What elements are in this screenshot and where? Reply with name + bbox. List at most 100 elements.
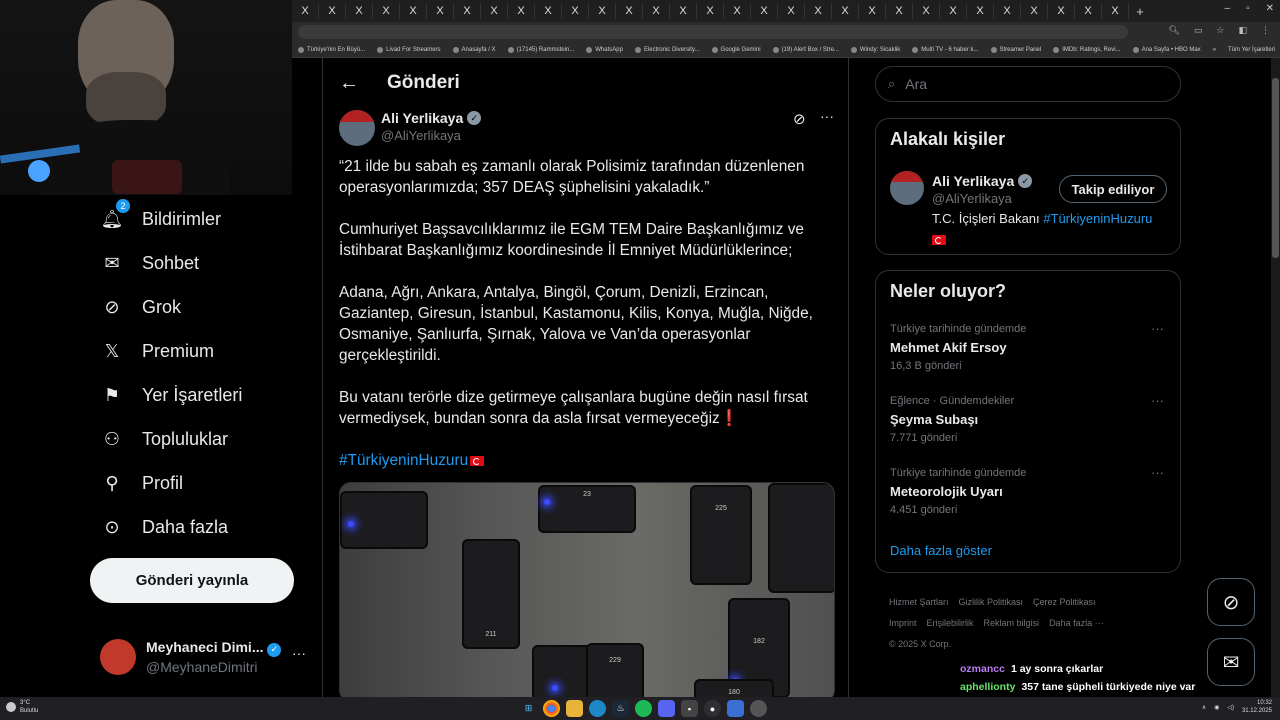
edge-icon[interactable] (589, 700, 606, 717)
related-handle[interactable]: @AliYerlikaya (932, 191, 1012, 206)
steam-icon[interactable]: ♨ (612, 700, 629, 717)
bookmark-item[interactable]: Windy: Sicaklik (845, 46, 906, 53)
zoom-icon[interactable]: 🔍︎ (1168, 25, 1179, 36)
trend-item[interactable]: Türkiye tarihinde gündemde Mehmet Akif Er… (890, 321, 1166, 372)
nav-item-bell[interactable]: 🔔︎ 2 Bildirimler (100, 199, 221, 231)
browser-tab-close-icon[interactable]: X (751, 3, 778, 19)
tray-chevron-icon[interactable]: ∧ (1202, 704, 1206, 711)
browser-tab-close-icon[interactable]: X (778, 3, 805, 19)
bookmark-item[interactable]: Türkiye'nin En Büyü... (292, 46, 371, 53)
bookmark-item[interactable]: Streamer Panel (985, 46, 1048, 53)
footer-link[interactable]: Reklam bilgisi (984, 618, 1040, 628)
browser-tab-close-icon[interactable]: X (940, 3, 967, 19)
hashtag-link[interactable]: #TürkiyeninHuzuru (339, 452, 468, 469)
account-switcher[interactable]: Meyhaneci Dimi... ✓ @MeyhaneDimitri ··· (100, 635, 310, 679)
nav-item-communities[interactable]: ⚇ Topluluklar (100, 427, 228, 451)
following-button[interactable]: Takip ediliyor (1059, 175, 1167, 203)
browser-tab-close-icon[interactable]: X (832, 3, 859, 19)
bookmark-item[interactable]: Ana Sayfa • HBO Max (1127, 46, 1207, 53)
active-app-icon[interactable] (727, 700, 744, 717)
back-arrow-icon[interactable]: ← (339, 72, 359, 95)
trend-item[interactable]: Eğlence · Gündemdekiler Şeyma Subaşı 7.771… (890, 393, 1166, 444)
post-button[interactable]: Gönderi yayınla (90, 558, 294, 603)
browser-tab-close-icon[interactable]: X (454, 3, 481, 19)
browser-tab-close-icon[interactable]: X (805, 3, 832, 19)
browser-tab-close-icon[interactable]: X (886, 3, 913, 19)
bookmark-item[interactable]: WhatsApp (580, 46, 629, 53)
browser-tab-close-icon[interactable]: X (373, 3, 400, 19)
browser-tab-close-icon[interactable]: X (643, 3, 670, 19)
scrollbar-thumb[interactable] (1272, 78, 1279, 258)
browser-tab-close-icon[interactable]: X (319, 3, 346, 19)
browser-tab-close-icon[interactable]: X (1021, 3, 1048, 19)
minimize-icon[interactable]: – (1225, 3, 1231, 14)
windows-start-icon[interactable]: ⊞ (520, 700, 537, 717)
browser-tab-close-icon[interactable]: X (400, 3, 427, 19)
nav-item-bookmark[interactable]: ⚑ Yer İşaretleri (100, 383, 242, 407)
new-tab-icon[interactable]: + (1129, 4, 1151, 19)
show-more-link[interactable]: Daha fazla göster (890, 543, 992, 558)
browser-tab-close-icon[interactable]: X (508, 3, 535, 19)
footer-link[interactable]: Gizlilik Politikası (959, 597, 1024, 607)
browser-tab-close-icon[interactable]: X (481, 3, 508, 19)
discord-icon[interactable] (658, 700, 675, 717)
grok-floating-button[interactable]: ⊘ (1207, 578, 1255, 626)
footer-link[interactable]: Çerez Politikası (1033, 597, 1096, 607)
app-icon[interactable]: ▪ (681, 700, 698, 717)
nav-item-grok[interactable]: ⊘ Grok (100, 295, 181, 319)
folder-icon[interactable] (566, 700, 583, 717)
browser-tab-close-icon[interactable]: X (913, 3, 940, 19)
clock[interactable]: 10:32 31.12.2025 (1242, 699, 1272, 715)
maximize-icon[interactable]: ▫ (1246, 3, 1250, 14)
related-avatar[interactable] (890, 171, 924, 205)
browser-tab-close-icon[interactable]: X (994, 3, 1021, 19)
bookmark-item[interactable]: Google Gemini (706, 46, 767, 53)
app-icon[interactable] (750, 700, 767, 717)
network-icon[interactable]: ◉ (1214, 704, 1219, 711)
bookmark-item[interactable]: (19) Alert Box / Stre... (767, 46, 845, 53)
bookmark-item[interactable]: Electronic Diversity... (629, 46, 706, 53)
volume-icon[interactable]: ◁) (1227, 704, 1234, 711)
footer-link[interactable]: Imprint (889, 618, 917, 628)
browser-tab-close-icon[interactable]: X (697, 3, 724, 19)
browser-tab-close-icon[interactable]: X (670, 3, 697, 19)
star-icon[interactable]: ☆ (1216, 25, 1224, 36)
obs-icon[interactable]: ● (704, 700, 721, 717)
browser-tab-close-icon[interactable]: X (427, 3, 454, 19)
browser-tab-close-icon[interactable]: X (859, 3, 886, 19)
browser-tab-close-icon[interactable]: X (1048, 3, 1075, 19)
browser-tab-close-icon[interactable]: X (1075, 3, 1102, 19)
footer-link[interactable]: Hizmet Şartları (889, 597, 949, 607)
browser-tab-close-icon[interactable]: X (616, 3, 643, 19)
browser-tab-close-icon[interactable]: X (535, 3, 562, 19)
tweet-author-handle[interactable]: @AliYerlikaya (381, 128, 461, 143)
footer-link[interactable]: Daha fazla ··· (1049, 618, 1104, 628)
menu-icon[interactable]: ⋮ (1261, 25, 1270, 36)
extensions-icon[interactable]: ◧ (1238, 25, 1247, 36)
bookmark-item[interactable]: Anasayfa / X (447, 46, 502, 53)
browser-tab-close-icon[interactable]: X (967, 3, 994, 19)
tweet-media-video[interactable]: 23 225 211 182 229 180 (339, 482, 835, 697)
browser-tab-close-icon[interactable]: X (589, 3, 616, 19)
bookmark-item[interactable]: Multi TV - 6 haber k... (906, 46, 984, 53)
tweet-more-icon[interactable]: ··· (820, 108, 834, 124)
url-field[interactable] (298, 25, 1128, 39)
browser-tab-close-icon[interactable]: X (346, 3, 373, 19)
trend-more-icon[interactable]: ··· (1151, 393, 1164, 408)
tweet-author-avatar[interactable] (339, 110, 375, 146)
bookmarks-overflow[interactable]: » (1207, 47, 1222, 53)
account-more-icon[interactable]: ··· (292, 645, 306, 661)
trend-more-icon[interactable]: ··· (1151, 465, 1164, 480)
grok-icon[interactable]: ⊘ (793, 110, 806, 128)
all-bookmarks[interactable]: Tüm Yer İşaretleri (1222, 47, 1280, 53)
browser-tab-close-icon[interactable]: X (1102, 3, 1129, 19)
nav-item-x-logo[interactable]: 𝕏 Premium (100, 339, 214, 363)
tweet-author-name[interactable]: Ali Yerlikaya ✓ (381, 110, 482, 126)
nav-item-mail[interactable]: ✉ Sohbet (100, 251, 199, 275)
browser-tab-close-icon[interactable]: X (724, 3, 751, 19)
trend-more-icon[interactable]: ··· (1151, 321, 1164, 336)
bookmark-item[interactable]: (17145) Rammstein... (502, 46, 581, 53)
trend-item[interactable]: Türkiye tarihinde gündemde Meteorolojik U… (890, 465, 1166, 516)
scrollbar[interactable] (1271, 58, 1280, 697)
related-name[interactable]: Ali Yerlikaya ✓ (932, 173, 1033, 189)
